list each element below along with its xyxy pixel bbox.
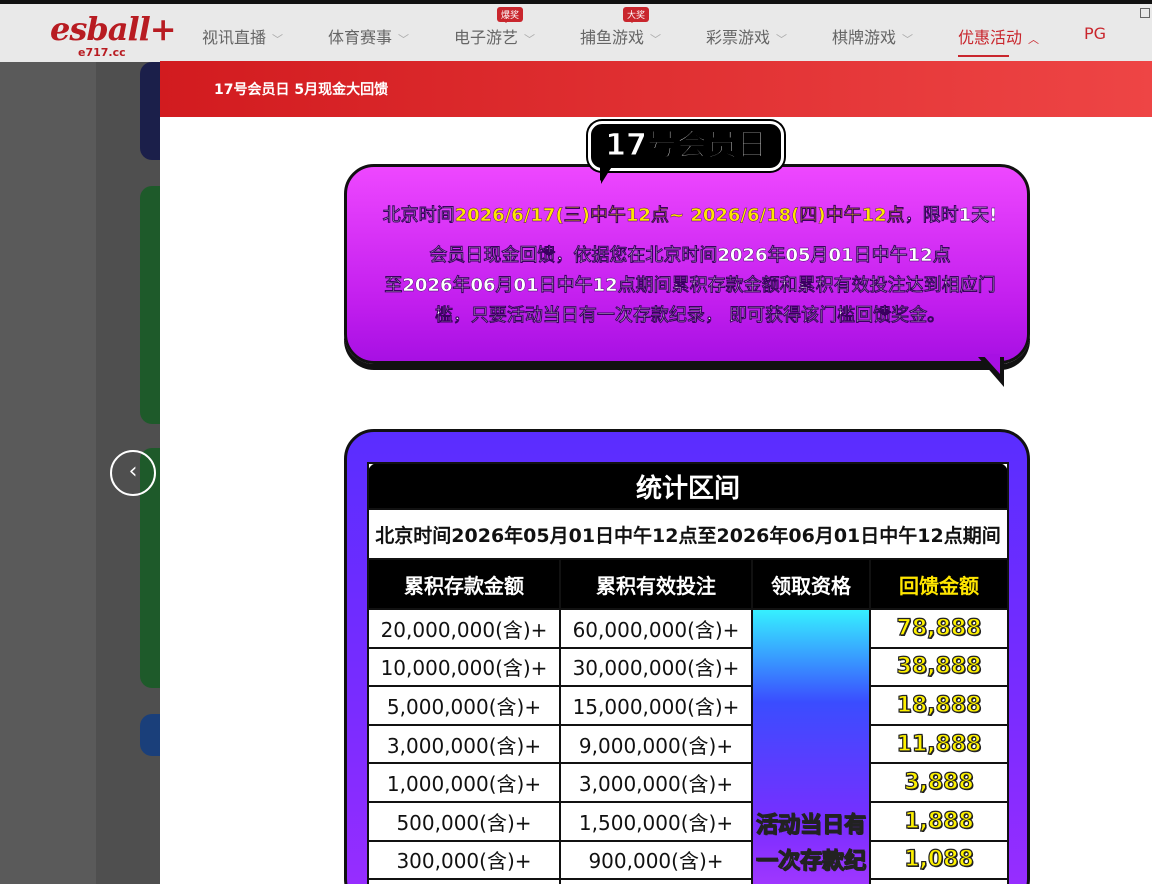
- deposit-cell: 20,000,000(含)+: [367, 608, 561, 649]
- deposit-cell: 1,000,000(含)+: [367, 762, 561, 803]
- amount-cell: 18,888: [868, 685, 1010, 726]
- hot-badge: 爆奖: [497, 7, 524, 23]
- modal-header: 17号会员日 5月现金大回馈: [160, 61, 1152, 117]
- amount-cell: 78,888: [868, 608, 1010, 649]
- nav-label: 体育赛事: [328, 28, 393, 47]
- nav-item-sports[interactable]: 体育赛事 ﹀: [328, 24, 409, 48]
- chevron-down-icon: ﹀: [650, 33, 662, 46]
- tag-tail: [600, 167, 612, 181]
- reward-panel: 统计区间 北京时间2026年05月01日中午12点至2026年06月01日中午1…: [344, 429, 1030, 884]
- bubble-tail: [982, 354, 1000, 374]
- table-row: 300,000(含)+ 900,000(含)+ 1,088: [367, 839, 1010, 881]
- brand-name: esball+: [50, 10, 177, 48]
- section-title: 统计区间: [366, 462, 1010, 510]
- top-nav: esball+ e717.cc 视讯直播 ﹀ 体育赛事 ﹀ 爆奖电子游艺 ﹀ 大奖捕鱼…: [0, 0, 1152, 62]
- bet-cell: 30,000,000(含)+: [559, 646, 753, 688]
- event-time-range: 2026/6/17(三)中午12点~ 2026/6/18(四)中午12点: [454, 205, 905, 226]
- nav-label: 视讯直播: [202, 28, 267, 47]
- table-row: 5,000,000(含)+ 15,000,000(含)+ 18,888: [367, 685, 1010, 726]
- nav-item-fishing[interactable]: 大奖捕鱼游戏 ﹀: [580, 7, 662, 48]
- nav-item-live[interactable]: 视讯直播 ﹀: [202, 24, 283, 48]
- header-amount: 回馈金额: [868, 558, 1010, 610]
- deposit-cell: 500,000(含)+: [367, 800, 561, 842]
- deposit-cell: [367, 878, 561, 884]
- deposit-cell: 300,000(含)+: [367, 839, 561, 881]
- amount-cell: 11,888: [868, 723, 1010, 765]
- table-row: 20,000,000(含)+ 60,000,000(含)+ 活动当日有一次存款纪…: [367, 608, 1010, 884]
- nav-item-pg[interactable]: PG: [1084, 24, 1106, 43]
- table-row: [367, 878, 1010, 884]
- nav-label: PG: [1084, 24, 1107, 43]
- table-row: 500,000(含)+ 1,500,000(含)+ 1,888: [367, 800, 1010, 842]
- nav-label: 电子游艺: [454, 28, 519, 47]
- chevron-down-icon: ﹀: [902, 33, 914, 46]
- stat-period: 北京时间2026年05月01日中午12点至2026年06月01日中午12点期间: [366, 508, 1010, 560]
- event-description: 会员日现金回馈，依据您在北京时间2026年05月01日中午12点 至2026年0…: [347, 241, 1033, 331]
- table-row: 1,000,000(含)+ 3,000,000(含)+ 3,888: [367, 762, 1010, 803]
- nav-label: 棋牌游戏: [832, 28, 897, 47]
- bet-cell: 1,500,000(含)+: [559, 800, 753, 842]
- table-row: 3,000,000(含)+ 9,000,000(含)+ 11,888: [367, 723, 1010, 765]
- deposit-cell: 3,000,000(含)+: [367, 723, 561, 765]
- window-icon[interactable]: [1140, 8, 1150, 18]
- nav-item-lottery[interactable]: 彩票游戏 ﹀: [706, 24, 787, 48]
- chevron-down-icon: ﹀: [398, 33, 410, 46]
- description-line: 槛，只要活动当日有一次存款纪录， 即可获得该门槛回馈奖金。: [434, 305, 946, 326]
- chevron-down-icon: ﹀: [524, 33, 536, 46]
- bet-cell: 60,000,000(含)+: [559, 608, 753, 649]
- deposit-cell: 10,000,000(含)+: [367, 646, 561, 688]
- nav-label: 彩票游戏: [706, 28, 771, 47]
- info-bubble: 北京时间2026/6/17(三)中午12点~ 2026/6/18(四)中午12点…: [344, 164, 1030, 364]
- modal-title: 17号会员日 5月现金大回馈: [214, 82, 389, 98]
- reward-table: 统计区间 北京时间2026年05月01日中午12点至2026年06月01日中午1…: [366, 462, 1010, 884]
- bet-cell: 15,000,000(含)+: [559, 685, 753, 726]
- member-day-tag: 17号会员日: [588, 121, 784, 184]
- nav-item-slots[interactable]: 爆奖电子游艺 ﹀: [454, 7, 536, 48]
- jackpot-badge: 大奖: [623, 7, 650, 23]
- eligibility-text: 活动当日有一次存款纪录: [755, 813, 866, 875]
- chevron-left-icon: ‹: [128, 459, 138, 484]
- chevron-down-icon: ﹀: [272, 33, 284, 46]
- time-suffix: ，限时1天!: [904, 205, 998, 226]
- header-deposit: 累积存款金额: [367, 558, 561, 610]
- header-eligibility: 领取资格: [751, 558, 871, 610]
- table-row: 10,000,000(含)+ 30,000,000(含)+ 38,888: [367, 646, 1010, 688]
- amount-cell: 1,088: [868, 839, 1010, 881]
- time-prefix: 北京时间: [382, 205, 455, 226]
- chevron-up-icon: ︿: [1028, 33, 1040, 46]
- bet-cell: 9,000,000(含)+: [559, 723, 753, 765]
- description-line: 会员日现金回馈，依据您在北京时间2026年05月01日中午12点: [429, 245, 951, 266]
- bet-cell: 900,000(含)+: [559, 839, 753, 881]
- nav-item-promotions[interactable]: 优惠活动 ︿: [958, 24, 1040, 57]
- member-day-tag-text: 17号会员日: [605, 128, 768, 164]
- bet-cell: [559, 878, 753, 884]
- prev-arrow-button[interactable]: ‹: [110, 450, 156, 496]
- event-time-line: 北京时间2026/6/17(三)中午12点~ 2026/6/18(四)中午12点…: [347, 201, 1033, 227]
- nav-item-chess[interactable]: 棋牌游戏 ﹀: [832, 24, 913, 48]
- header-bet: 累积有效投注: [559, 558, 753, 610]
- nav-label: 捕鱼游戏: [580, 28, 645, 47]
- amount-cell: [868, 878, 1010, 884]
- amount-cell: 3,888: [868, 762, 1010, 803]
- bet-cell: 3,000,000(含)+: [559, 762, 753, 803]
- amount-cell: 38,888: [868, 646, 1010, 688]
- eligibility-cell: 活动当日有一次存款纪录: [751, 608, 871, 884]
- amount-cell: 1,888: [868, 800, 1010, 842]
- nav-label: 优惠活动: [958, 28, 1023, 47]
- brand-domain: e717.cc: [78, 46, 126, 59]
- brand-logo[interactable]: esball+ e717.cc: [50, 10, 177, 60]
- description-line: 至2026年06月01日中午12点期间累积存款金额和累积有效投注达到相应门: [384, 275, 996, 296]
- deposit-cell: 5,000,000(含)+: [367, 685, 561, 726]
- promo-modal: 17号会员日 5月现金大回馈 北京时间2026/6/17(三)中午12点~ 20…: [160, 61, 1152, 884]
- chevron-down-icon: ﹀: [776, 33, 788, 46]
